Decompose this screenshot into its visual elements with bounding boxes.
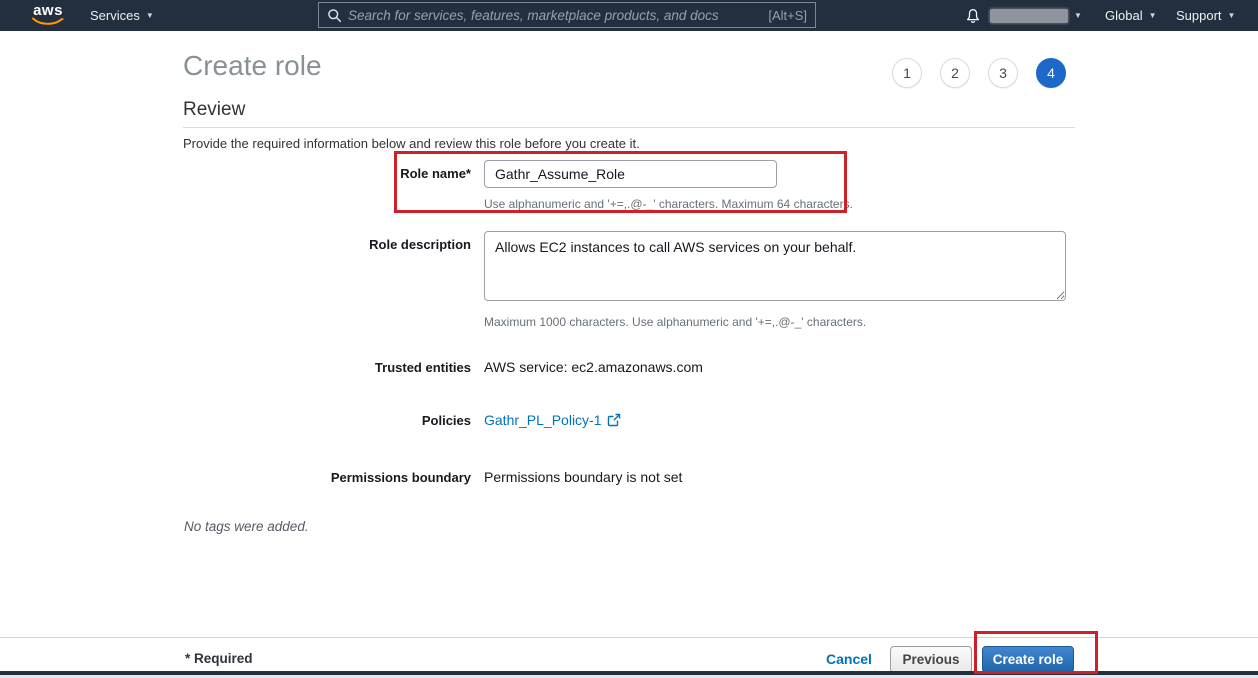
support-label: Support — [1176, 8, 1222, 23]
aws-console-create-role-page: aws Services ▼ [Alt+S] ▼ — [0, 0, 1258, 678]
policy-link-text: Gathr_PL_Policy-1 — [484, 412, 602, 428]
aws-smile-icon — [32, 17, 64, 25]
required-note: * Required — [185, 651, 253, 666]
account-menu[interactable]: ▼ — [990, 0, 1082, 31]
trusted-entities-label: Trusted entities — [374, 360, 471, 375]
role-description-label: Role description — [369, 237, 471, 252]
external-link-icon — [607, 413, 620, 427]
chevron-down-icon: ▼ — [1227, 10, 1236, 20]
step-2[interactable]: 2 — [940, 58, 970, 88]
chevron-down-icon: ▼ — [1074, 10, 1082, 20]
search-icon — [328, 8, 342, 22]
role-description-hint: Maximum 1000 characters. Use alphanumeri… — [484, 315, 867, 329]
step-1[interactable]: 1 — [892, 58, 922, 88]
policies-label: Policies — [421, 413, 471, 428]
create-role-button[interactable]: Create role — [982, 646, 1074, 673]
previous-button[interactable]: Previous — [890, 646, 972, 673]
policy-link[interactable]: Gathr_PL_Policy-1 — [484, 412, 621, 428]
role-name-input[interactable] — [484, 160, 777, 188]
role-name-hint: Use alphanumeric and '+=,.@-_' character… — [484, 197, 853, 211]
notifications-bell-icon[interactable] — [963, 5, 983, 25]
page-title: Create role — [183, 50, 322, 81]
section-title: Review — [183, 99, 246, 120]
support-menu[interactable]: Support ▼ — [1176, 0, 1235, 31]
step-indicator: 1 2 3 4 — [892, 58, 1066, 88]
services-menu[interactable]: Services ▼ — [90, 0, 154, 31]
region-menu[interactable]: Global ▼ — [1105, 0, 1157, 31]
permissions-boundary-label: Permissions boundary — [330, 470, 471, 485]
aws-logo[interactable]: aws — [30, 3, 66, 29]
permissions-boundary-value: Permissions boundary is not set — [484, 469, 683, 485]
search-input[interactable] — [342, 7, 769, 23]
search-bar[interactable]: [Alt+S] — [318, 2, 816, 28]
tags-note: No tags were added. — [184, 519, 309, 534]
search-shortcut-hint: [Alt+S] — [768, 7, 807, 23]
trusted-entities-value: AWS service: ec2.amazonaws.com — [484, 359, 703, 375]
region-label: Global — [1105, 8, 1143, 23]
aws-logo-text: aws — [33, 2, 63, 19]
divider — [183, 127, 1075, 128]
step-3[interactable]: 3 — [988, 58, 1018, 88]
services-label: Services — [90, 8, 140, 23]
intro-text: Provide the required information below a… — [183, 136, 640, 151]
role-description-textarea[interactable]: Allows EC2 instances to call AWS service… — [484, 231, 1066, 301]
step-4-active[interactable]: 4 — [1036, 58, 1066, 88]
account-name-redacted — [990, 8, 1068, 23]
chevron-down-icon: ▼ — [145, 10, 154, 20]
top-navigation-bar: aws Services ▼ [Alt+S] ▼ — [0, 0, 1258, 31]
chevron-down-icon: ▼ — [1148, 10, 1157, 20]
role-name-label: Role name* — [400, 166, 471, 181]
divider — [0, 637, 1258, 638]
cancel-link[interactable]: Cancel — [826, 651, 872, 667]
